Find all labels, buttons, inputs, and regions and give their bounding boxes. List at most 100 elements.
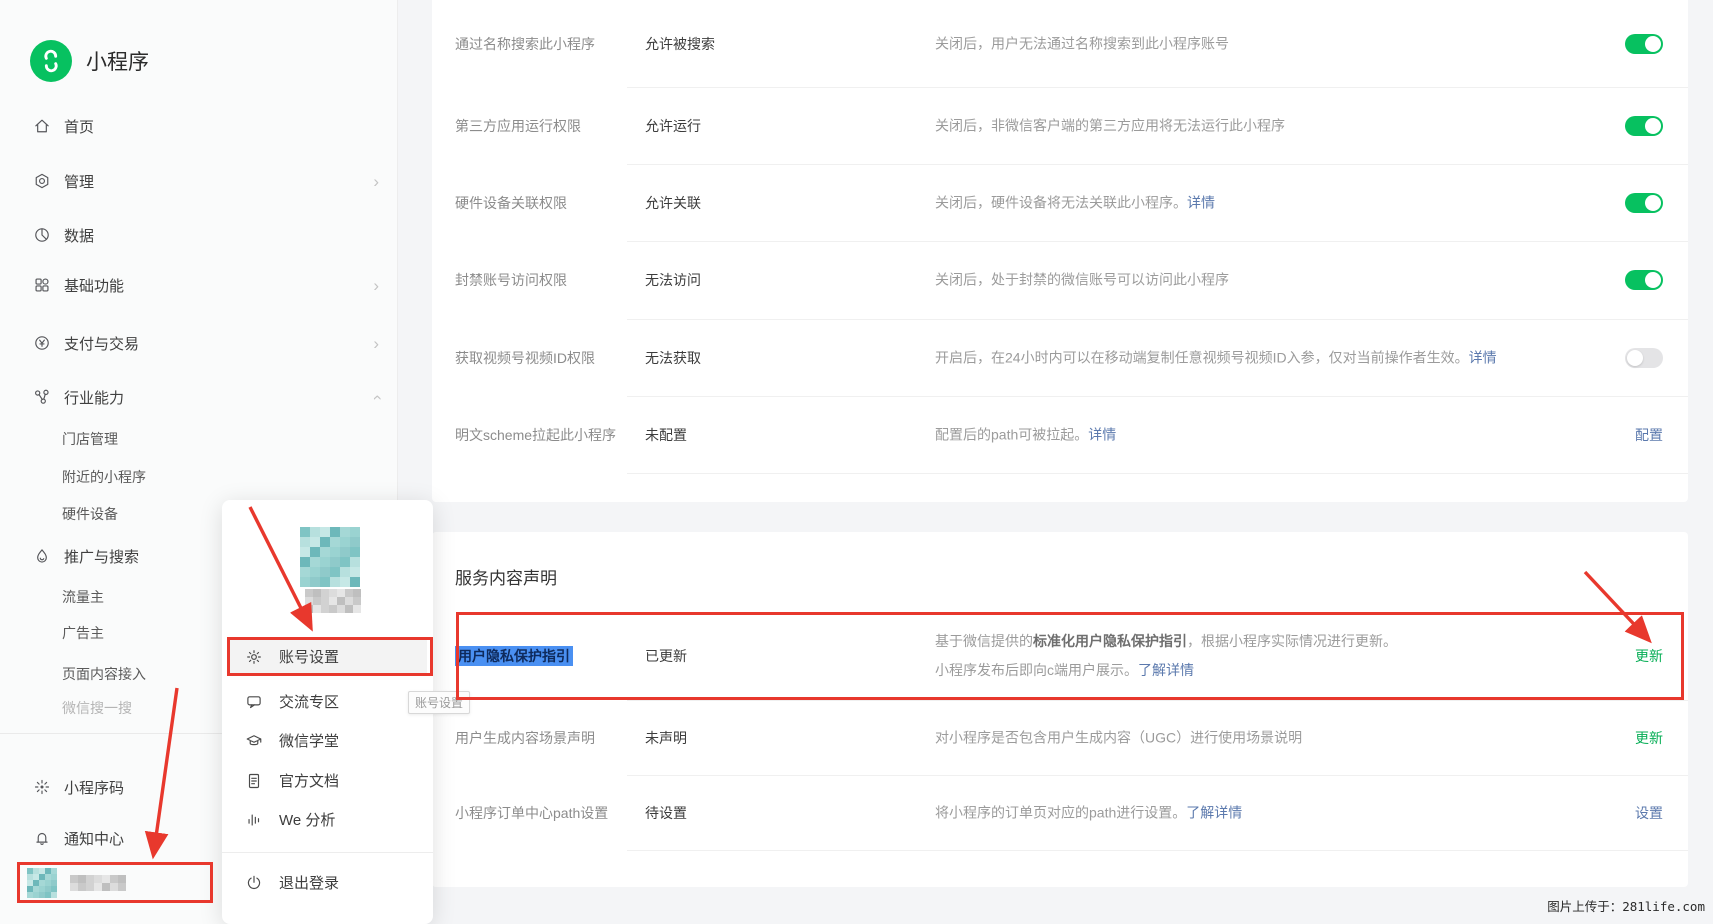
service-row-privacy-guideline: 用户隐私保护指引 已更新 基于微信提供的标准化用户隐私保护指引，根据小程序实际情… — [432, 612, 1688, 700]
qrcode-icon — [33, 778, 51, 796]
row-desc: 将小程序的订单页对应的path进行设置。了解详情 — [935, 798, 1548, 827]
data-icon — [33, 226, 51, 244]
row-value: 允许关联 — [645, 193, 701, 213]
grid-icon — [33, 276, 51, 294]
service-declaration-panel: 服务内容声明 用户隐私保护指引 已更新 基于微信提供的标准化用户隐私保护指引，根… — [432, 532, 1688, 887]
toggle-switch[interactable] — [1625, 193, 1663, 213]
permission-row-name-search: 通过名称搜索此小程序 允许被搜索 关闭后，用户无法通过名称搜索到此小程序账号 — [432, 0, 1688, 87]
menu-item-logout[interactable]: 退出登录 — [228, 863, 427, 902]
row-value: 未配置 — [645, 425, 687, 445]
bar-chart-icon — [245, 811, 263, 829]
app-logo: 小程序 — [30, 40, 149, 82]
learn-more-link[interactable]: 了解详情 — [1138, 662, 1194, 678]
permission-row-hardware-link: 硬件设备关联权限 允许关联 关闭后，硬件设备将无法关联此小程序。详情 — [432, 164, 1688, 241]
chevron-right-icon: › — [373, 335, 379, 352]
tooltip-account-settings: 账号设置 — [408, 691, 470, 714]
account-name-blurred — [70, 875, 126, 891]
bell-icon — [33, 829, 51, 847]
account-avatar-large — [300, 527, 360, 587]
document-icon — [245, 772, 263, 790]
toggle-switch[interactable] — [1625, 348, 1663, 368]
sidebar-item-label: 基础功能 — [64, 275, 124, 296]
sidebar-subitem-hardware[interactable]: 硬件设备 — [62, 503, 118, 525]
sidebar-item-data[interactable]: 数据 — [33, 222, 379, 248]
chevron-right-icon: › — [373, 173, 379, 190]
sidebar-subitem-wechat-search[interactable]: 微信搜一搜 — [62, 697, 132, 719]
row-label: 通过名称搜索此小程序 — [455, 34, 595, 54]
sidebar-item-label: 管理 — [64, 171, 94, 192]
detail-link[interactable]: 详情 — [1469, 349, 1497, 365]
row-label: 第三方应用运行权限 — [455, 116, 581, 136]
sidebar-item-basic-features[interactable]: 基础功能 › — [33, 272, 379, 298]
toggle-switch[interactable] — [1625, 34, 1663, 54]
chevron-right-icon: › — [373, 277, 379, 294]
row-label: 用户生成内容场景声明 — [455, 728, 595, 748]
sidebar-item-manage[interactable]: 管理 › — [33, 168, 379, 194]
sidebar-subitem-advertiser[interactable]: 广告主 — [62, 622, 104, 644]
row-label: 封禁账号访问权限 — [455, 270, 567, 290]
menu-item-account-settings[interactable]: 账号设置 — [228, 637, 427, 676]
menu-divider — [222, 852, 433, 853]
row-label: 硬件设备关联权限 — [455, 193, 567, 213]
row-value: 已更新 — [645, 646, 687, 666]
account-avatar — [27, 868, 57, 898]
row-label: 获取视频号视频ID权限 — [455, 348, 595, 368]
detail-link[interactable]: 详情 — [1088, 426, 1116, 442]
home-icon — [33, 117, 51, 135]
menu-item-label: 官方文档 — [279, 770, 339, 791]
gear-icon — [245, 648, 263, 666]
payment-icon — [33, 334, 51, 352]
section-title: 服务内容声明 — [455, 564, 557, 589]
chat-icon — [245, 693, 263, 711]
sidebar-item-payment[interactable]: 支付与交易 › — [33, 330, 379, 356]
update-link[interactable]: 更新 — [1635, 646, 1663, 666]
toggle-switch[interactable] — [1625, 270, 1663, 290]
toggle-switch[interactable] — [1625, 116, 1663, 136]
sidebar-subitem-nearby[interactable]: 附近的小程序 — [62, 466, 146, 488]
sidebar-subitem-traffic[interactable]: 流量主 — [62, 586, 104, 608]
configure-link[interactable]: 配置 — [1635, 425, 1663, 445]
menu-item-official-docs[interactable]: 官方文档 — [228, 761, 427, 800]
menu-item-label: 微信学堂 — [279, 730, 339, 751]
service-row-ugc: 用户生成内容场景声明 未声明 对小程序是否包含用户生成内容（UGC）进行使用场景… — [432, 700, 1688, 775]
row-label: 明文scheme拉起此小程序 — [455, 425, 616, 445]
row-desc: 配置后的path可被拉起。详情 — [935, 420, 1548, 449]
sidebar-subitem-store-manage[interactable]: 门店管理 — [62, 428, 118, 450]
row-value: 允许运行 — [645, 116, 701, 136]
row-value: 允许被搜索 — [645, 34, 715, 54]
detail-link[interactable]: 详情 — [1187, 194, 1215, 210]
set-link[interactable]: 设置 — [1635, 803, 1663, 823]
menu-item-label: 交流专区 — [279, 691, 339, 712]
menu-item-label: 退出登录 — [279, 872, 339, 893]
row-value: 无法访问 — [645, 270, 701, 290]
flame-icon — [33, 547, 51, 565]
sidebar-item-industry[interactable]: 行业能力 › — [33, 384, 379, 410]
account-name-blurred — [305, 589, 361, 613]
row-label: 小程序订单中心path设置 — [455, 803, 608, 823]
app-title: 小程序 — [86, 46, 149, 76]
sidebar-item-home[interactable]: 首页 — [33, 113, 379, 139]
sidebar-subitem-page-content[interactable]: 页面内容接入 — [62, 663, 146, 685]
sidebar-item-label: 推广与搜索 — [64, 546, 139, 567]
update-link[interactable]: 更新 — [1635, 728, 1663, 748]
bold-desc-part: 标准化用户隐私保护指引 — [1033, 633, 1187, 649]
row-desc: 开启后，在24小时内可以在移动端复制任意视频号视频ID入参，仅对当前操作者生效。… — [935, 343, 1548, 372]
menu-item-we-analysis[interactable]: We 分析 — [228, 800, 427, 839]
learn-more-link[interactable]: 了解详情 — [1186, 804, 1242, 820]
graduation-cap-icon — [245, 732, 263, 750]
row-desc: 关闭后，用户无法通过名称搜索到此小程序账号 — [935, 29, 1548, 58]
row-label: 用户隐私保护指引 — [455, 646, 573, 666]
watermark: 图片上传于：281life.com — [1547, 896, 1705, 915]
selected-text[interactable]: 用户隐私保护指引 — [455, 646, 573, 666]
sidebar-item-label: 支付与交易 — [64, 333, 139, 354]
row-value: 待设置 — [645, 803, 687, 823]
permission-row-scheme: 明文scheme拉起此小程序 未配置 配置后的path可被拉起。详情 配置 — [432, 396, 1688, 473]
row-desc: 关闭后，处于封禁的微信账号可以访问此小程序 — [935, 266, 1548, 295]
menu-item-wechat-school[interactable]: 微信学堂 — [228, 721, 427, 760]
row-desc: 关闭后，非微信客户端的第三方应用将无法运行此小程序 — [935, 111, 1548, 140]
chevron-up-icon: › — [368, 394, 385, 400]
menu-item-label: 账号设置 — [279, 646, 339, 667]
menu-item-community[interactable]: 交流专区 — [228, 682, 427, 721]
row-value: 未声明 — [645, 728, 687, 748]
row-desc: 基于微信提供的标准化用户隐私保护指引，根据小程序实际情况进行更新。 小程序发布后… — [935, 627, 1548, 685]
